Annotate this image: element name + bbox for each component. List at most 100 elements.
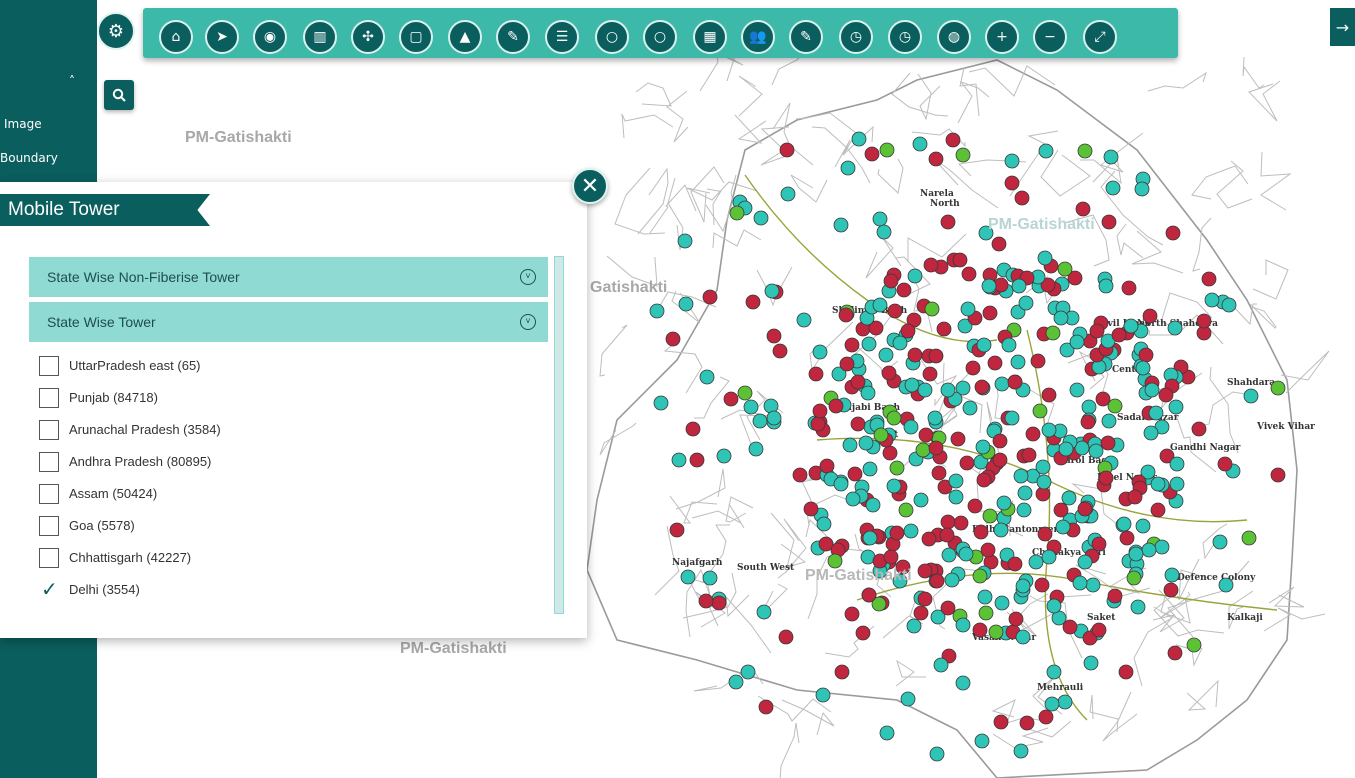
tower-marker[interactable] <box>864 146 880 162</box>
tower-marker[interactable] <box>1080 414 1096 430</box>
tower-marker[interactable] <box>992 433 1008 449</box>
tower-marker[interactable] <box>881 365 897 381</box>
tower-marker[interactable] <box>1085 577 1101 593</box>
tower-marker[interactable] <box>816 516 832 532</box>
tower-marker[interactable] <box>1142 308 1158 324</box>
tower-marker[interactable] <box>838 307 854 323</box>
tower-marker[interactable] <box>889 525 905 541</box>
tower-marker[interactable] <box>955 147 971 163</box>
tower-marker[interactable] <box>1098 278 1114 294</box>
tower-marker[interactable] <box>903 523 919 539</box>
circle-outline-tool-button[interactable]: ○ <box>643 20 677 54</box>
tower-marker[interactable] <box>1167 320 1183 336</box>
tower-marker[interactable] <box>1135 360 1151 376</box>
tower-marker[interactable] <box>1038 143 1054 159</box>
tower-marker[interactable] <box>960 301 976 317</box>
tower-marker[interactable] <box>1011 278 1027 294</box>
tower-marker[interactable] <box>1034 577 1050 593</box>
tower-marker[interactable] <box>728 674 744 690</box>
tower-marker[interactable] <box>1135 518 1151 534</box>
tower-marker[interactable] <box>1169 456 1185 472</box>
tower-marker[interactable] <box>903 419 919 435</box>
move-tool-button[interactable]: ✣ <box>351 20 385 54</box>
tower-marker[interactable] <box>847 466 863 482</box>
tower-marker[interactable] <box>972 622 988 638</box>
tower-marker[interactable] <box>665 331 681 347</box>
tower-marker[interactable] <box>1270 467 1286 483</box>
tower-marker[interactable] <box>977 589 993 605</box>
tower-marker[interactable] <box>1141 542 1157 558</box>
tower-marker[interactable] <box>917 382 933 398</box>
tower-marker[interactable] <box>792 467 808 483</box>
tower-marker[interactable] <box>1077 554 1093 570</box>
tower-marker[interactable] <box>967 498 983 514</box>
tower-marker[interactable] <box>1072 575 1088 591</box>
tower-marker[interactable] <box>1007 374 1023 390</box>
tower-marker[interactable] <box>1035 459 1051 475</box>
tower-marker[interactable] <box>729 205 745 221</box>
globe-tool-button[interactable]: ◍ <box>937 20 971 54</box>
tower-marker[interactable] <box>1081 399 1097 415</box>
tower-marker[interactable] <box>766 328 782 344</box>
panel-scrollbar[interactable] <box>554 256 564 614</box>
tower-marker[interactable] <box>833 217 849 233</box>
tower-marker[interactable] <box>1018 295 1034 311</box>
tower-marker[interactable] <box>1127 489 1143 505</box>
tower-marker[interactable] <box>1165 225 1181 241</box>
tower-marker[interactable] <box>907 347 923 363</box>
tower-marker[interactable] <box>879 725 895 741</box>
tower-marker[interactable] <box>1025 426 1041 442</box>
tower-marker[interactable] <box>913 492 929 508</box>
tower-marker[interactable] <box>1158 387 1174 403</box>
grid-tool-button[interactable]: ▦ <box>693 20 727 54</box>
tower-marker[interactable] <box>1021 447 1037 463</box>
tower-marker[interactable] <box>1057 694 1073 710</box>
tower-marker[interactable] <box>1017 485 1033 501</box>
tower-marker[interactable] <box>1111 327 1127 343</box>
tower-marker[interactable] <box>766 410 782 426</box>
tower-marker[interactable] <box>716 448 732 464</box>
tower-marker[interactable] <box>861 587 877 603</box>
state-checkbox[interactable] <box>39 577 59 602</box>
tower-marker[interactable] <box>828 398 844 414</box>
tower-marker[interactable] <box>1030 353 1046 369</box>
tower-marker[interactable] <box>928 348 944 364</box>
tower-marker[interactable] <box>948 473 964 489</box>
tower-marker[interactable] <box>1116 516 1132 532</box>
tower-marker[interactable] <box>974 379 990 395</box>
tower-marker[interactable] <box>723 391 739 407</box>
tower-marker[interactable] <box>900 323 916 339</box>
tower-marker[interactable] <box>907 268 923 284</box>
tower-marker[interactable] <box>936 321 952 337</box>
tower-marker[interactable] <box>737 385 753 401</box>
tower-marker[interactable] <box>669 522 685 538</box>
tower-marker[interactable] <box>753 210 769 226</box>
tower-marker[interactable] <box>833 476 849 492</box>
bar-chart-tool-button[interactable]: ▥ <box>303 20 337 54</box>
tower-marker[interactable] <box>1032 403 1048 419</box>
tower-marker[interactable] <box>1186 637 1202 653</box>
tower-marker[interactable] <box>1101 214 1117 230</box>
exit-button[interactable]: → <box>1330 8 1355 46</box>
tower-marker[interactable] <box>1004 175 1020 191</box>
tower-marker[interactable] <box>778 629 794 645</box>
tower-marker[interactable] <box>1126 570 1142 586</box>
tower-marker[interactable] <box>959 455 975 471</box>
tower-marker[interactable] <box>1218 577 1234 593</box>
tower-marker[interactable] <box>972 568 988 584</box>
state-checkbox[interactable] <box>39 484 59 504</box>
tower-marker[interactable] <box>756 604 772 620</box>
tower-marker[interactable] <box>917 591 933 607</box>
tower-marker[interactable] <box>1075 201 1091 217</box>
tower-marker[interactable] <box>1201 271 1217 287</box>
list-tool-button[interactable]: ☰ <box>545 20 579 54</box>
tower-marker[interactable] <box>904 377 920 393</box>
tower-marker[interactable] <box>764 283 780 299</box>
zoom-in-tool-button[interactable]: + <box>985 20 1019 54</box>
tower-marker[interactable] <box>965 360 981 376</box>
tower-marker[interactable] <box>1019 715 1035 731</box>
sidebar-item-image[interactable]: Image <box>4 117 42 131</box>
tower-marker[interactable] <box>1107 398 1123 414</box>
tower-marker[interactable] <box>649 303 665 319</box>
tower-marker[interactable] <box>850 374 866 390</box>
